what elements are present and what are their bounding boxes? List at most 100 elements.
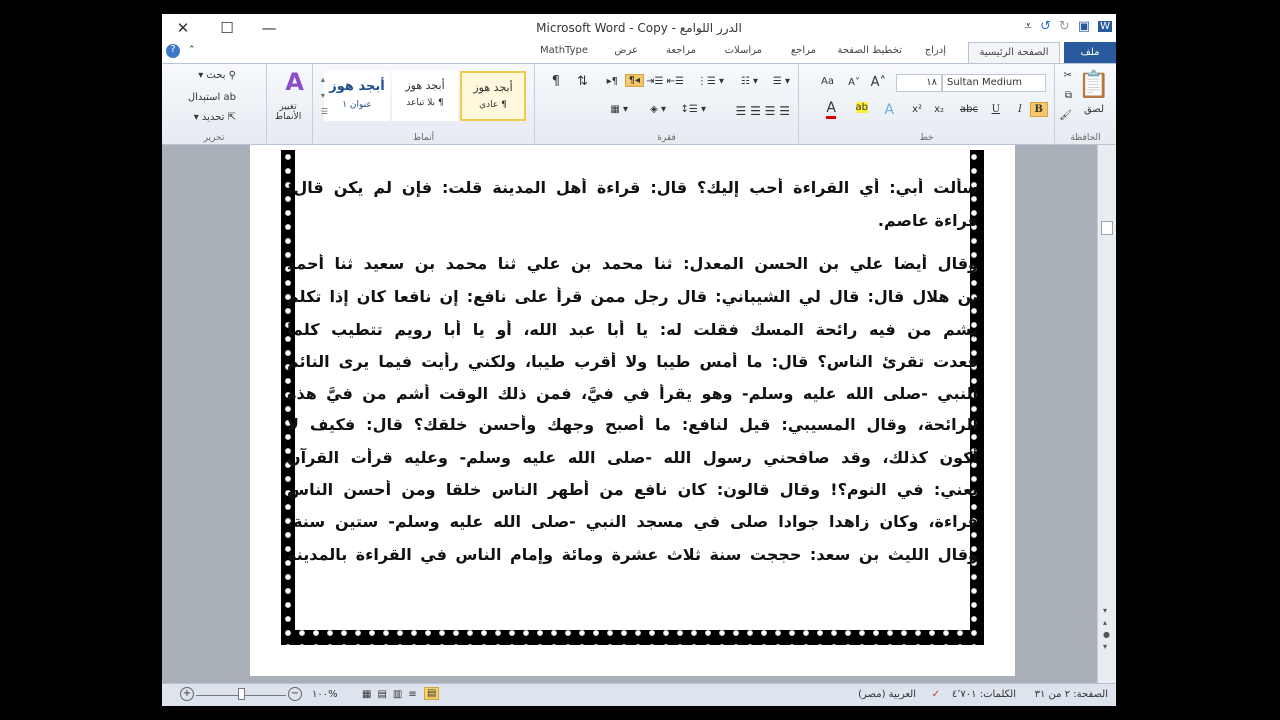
tab-mathtype[interactable]: MathType bbox=[540, 45, 588, 56]
text-line: يعني: في النوم؟! وقال قالون: كان نافع من… bbox=[287, 480, 978, 499]
customize-qat-icon[interactable]: ⩡ bbox=[1025, 19, 1032, 34]
shrink-font-icon[interactable]: A˅ bbox=[848, 77, 860, 88]
font-name-select[interactable]: Sultan Medium bbox=[942, 74, 1046, 92]
word-logo-icon: W bbox=[1098, 21, 1112, 32]
change-styles-button[interactable]: تغيير الأنماط bbox=[268, 102, 308, 122]
change-styles-group: A تغيير الأنماط bbox=[266, 64, 312, 145]
style-normal[interactable]: أبجد هوز ¶ عادي bbox=[460, 71, 526, 121]
collapse-ribbon-icon[interactable]: ⌃ bbox=[188, 45, 196, 55]
align-icons[interactable]: ☰ ☰ ☰ ☰ bbox=[736, 104, 790, 118]
ltr-direction-icon[interactable]: ▸¶ bbox=[607, 76, 618, 87]
text-line: سألت أبي: أي القراءة أحب إليك؟ قال: قراء… bbox=[287, 178, 978, 197]
window-title: Microsoft Word - Copy - الدرر اللوامع bbox=[536, 21, 742, 35]
font-label: خط bbox=[919, 133, 934, 143]
rtl-direction-button[interactable]: ¶◂ bbox=[624, 74, 644, 87]
paste-button[interactable]: لصق bbox=[1084, 104, 1104, 115]
subscript-icon[interactable]: x₂ bbox=[934, 104, 944, 115]
print-layout-icon[interactable]: ▤ bbox=[424, 687, 440, 700]
zoom-in-icon[interactable]: + bbox=[180, 687, 194, 701]
tab-file[interactable]: ملف bbox=[1064, 42, 1116, 63]
style-heading-1[interactable]: أبجد هوز عنوان ١ bbox=[324, 71, 390, 121]
text-line: قعدت تقرئ الناس؟ قال: ما أمس طيبا ولا أق… bbox=[287, 352, 978, 371]
paragraph-group: ☰ ▾ ☷ ▾ ⋮☰ ▾ ⇥☰ ⇤☰ ¶◂ ▸¶ ⇅ ¶ ☰ ☰ ☰ ☰ ↕☰ … bbox=[534, 64, 798, 145]
redo-icon[interactable]: ↻ bbox=[1059, 19, 1070, 34]
help-icon[interactable]: ? bbox=[166, 44, 180, 58]
grow-font-icon[interactable]: A˄ bbox=[871, 75, 886, 90]
text-line: وقال أيضا علي بن الحسن المعدل: ثنا محمد … bbox=[287, 254, 978, 273]
superscript-icon[interactable]: x² bbox=[912, 104, 922, 115]
find-button[interactable]: ⚲ بحث ▾ bbox=[198, 70, 236, 81]
editing-label: تحرير bbox=[203, 133, 225, 143]
document-area[interactable]: سألت أبي: أي القراءة أحب إليك؟ قال: قراء… bbox=[162, 145, 1097, 683]
format-painter-icon[interactable]: 🖌 bbox=[1059, 110, 1072, 121]
text-effects-icon[interactable]: A bbox=[884, 102, 894, 118]
title-bar: ✕ ☐ — Microsoft Word - Copy - الدرر اللو… bbox=[162, 14, 1116, 42]
clipboard-label: الحافظة bbox=[1070, 133, 1101, 143]
text-line: بن هلال قال: قال لي الشيباني: قال رجل مم… bbox=[287, 287, 978, 306]
bullets-icon[interactable]: ☰ ▾ bbox=[773, 76, 790, 87]
binoculars-icon: ⚲ bbox=[228, 70, 236, 81]
replace-button[interactable]: ab استبدال bbox=[188, 92, 236, 103]
sort-icon[interactable]: ⇅ bbox=[577, 74, 588, 89]
vertical-scrollbar[interactable]: ▾ ▴ ● ▾ bbox=[1097, 145, 1116, 683]
highlight-icon[interactable]: ab bbox=[855, 102, 868, 113]
text-line: الرائحة، وقال المسيبي: قيل لنافع: ما أصب… bbox=[287, 415, 978, 434]
style-sample: أبجد هوز bbox=[473, 81, 513, 94]
page-nav-icons[interactable]: ▾ ▴ ● ▾ bbox=[1103, 605, 1110, 653]
zoom-level[interactable]: %١٠٠ bbox=[312, 689, 338, 700]
tab-references[interactable]: مراجع bbox=[791, 45, 816, 56]
style-sample: أبجد هوز bbox=[329, 79, 385, 94]
tab-home[interactable]: الصفحة الرئيسية bbox=[968, 42, 1060, 64]
cut-icon[interactable]: ✂ bbox=[1064, 70, 1072, 81]
style-name: عنوان ١ bbox=[342, 100, 372, 110]
select-button[interactable]: ⇱ تحديد ▾ bbox=[194, 112, 236, 123]
strikethrough-icon[interactable]: abc bbox=[960, 104, 978, 115]
font-group: Sultan Medium ١٨ A˄ A˅ Aa B I U abc x₂ x… bbox=[798, 64, 1054, 145]
tab-view[interactable]: عرض bbox=[614, 45, 638, 56]
replace-label: استبدال bbox=[187, 92, 221, 103]
text-line: وقال الليث بن سعد: حججت سنة ثلاث عشرة وم… bbox=[287, 545, 978, 564]
page-count[interactable]: الصفحة: ٢ من ٣١ bbox=[1035, 689, 1108, 700]
change-case-icon[interactable]: Aa bbox=[821, 76, 834, 87]
word-window: ✕ ☐ — Microsoft Word - Copy - الدرر اللو… bbox=[162, 14, 1116, 706]
proofing-icon[interactable]: ✓ bbox=[932, 689, 940, 700]
indent-icons[interactable]: ⇥☰ ⇤☰ bbox=[646, 76, 684, 87]
ribbon-tabs: ? ⌃ ملف الصفحة الرئيسية إدراج تخطيط الصف… bbox=[162, 42, 1116, 64]
borders-icon[interactable]: ▦ ▾ bbox=[610, 104, 628, 115]
show-marks-icon[interactable]: ¶ bbox=[552, 74, 560, 89]
shading-icon[interactable]: ◈ ▾ bbox=[650, 104, 666, 115]
change-styles-icon[interactable]: A bbox=[285, 68, 304, 96]
font-color-icon[interactable]: A bbox=[826, 100, 836, 119]
view-icons[interactable]: ≡▥▤▦ bbox=[362, 689, 423, 700]
line-spacing-icon[interactable]: ↕☰ ▾ bbox=[680, 104, 706, 115]
styles-label: أنماط bbox=[412, 133, 435, 143]
numbering-icon[interactable]: ☷ ▾ bbox=[741, 76, 758, 87]
zoom-out-icon[interactable]: − bbox=[288, 687, 302, 701]
tab-mailings[interactable]: مراسلات bbox=[725, 45, 762, 56]
paste-icon[interactable]: 📋 bbox=[1078, 70, 1110, 100]
copy-icon[interactable]: ⧉ bbox=[1065, 90, 1072, 101]
save-icon[interactable]: ▣ bbox=[1078, 19, 1090, 34]
tab-insert[interactable]: إدراج bbox=[925, 45, 946, 56]
tab-review[interactable]: مراجعة bbox=[666, 45, 696, 56]
styles-scroll[interactable]: ▴ ▾ ☰ bbox=[321, 72, 328, 120]
multilevel-list-icon[interactable]: ⋮☰ ▾ bbox=[697, 76, 724, 87]
undo-icon[interactable]: ↺ bbox=[1040, 19, 1051, 34]
zoom-slider-thumb[interactable] bbox=[238, 688, 245, 700]
replace-icon: ab bbox=[223, 92, 236, 103]
word-count[interactable]: الكلمات: ٤٬٧٠١ bbox=[952, 689, 1016, 700]
scroll-thumb[interactable] bbox=[1101, 221, 1113, 235]
underline-button[interactable]: U bbox=[992, 104, 1000, 115]
styles-group: أبجد هوز ¶ عادي أبجد هوز ¶ بلا تباعد أبجد … bbox=[312, 64, 534, 145]
cursor-icon: ⇱ bbox=[227, 112, 236, 123]
language[interactable]: العربية (مصر) bbox=[858, 689, 916, 700]
document-page[interactable]: سألت أبي: أي القراءة أحب إليك؟ قال: قراء… bbox=[250, 145, 1015, 676]
ribbon: 📋 لصق ✂ ⧉ 🖌 الحافظة Sultan Medium ١٨ A˄ … bbox=[162, 63, 1116, 145]
text-line: يشم من فيه رائحة المسك فقلت له: يا أبا ع… bbox=[287, 320, 978, 339]
style-no-spacing[interactable]: أبجد هوز ¶ بلا تباعد bbox=[392, 71, 458, 121]
font-size-select[interactable]: ١٨ bbox=[896, 74, 942, 92]
italic-button[interactable]: I bbox=[1018, 104, 1022, 115]
tab-page-layout[interactable]: تخطيط الصفحة bbox=[837, 45, 902, 56]
text-line: أكون كذلك، وقد صافحني رسول الله -صلى الل… bbox=[287, 448, 978, 467]
bold-button[interactable]: B bbox=[1029, 102, 1048, 117]
